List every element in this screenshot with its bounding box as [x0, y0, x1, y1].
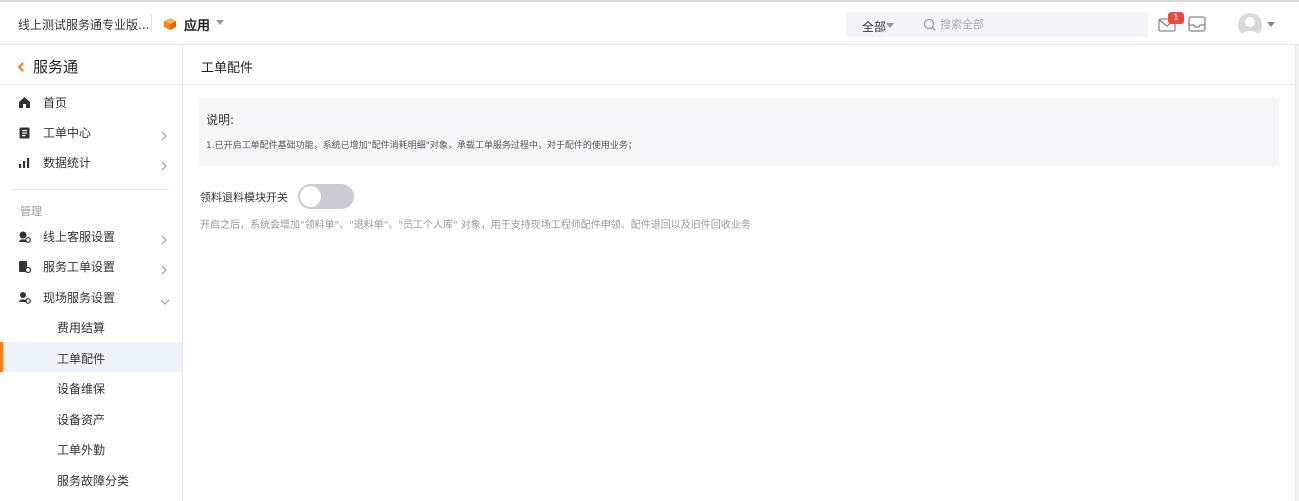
sidebar-subitem-label: 工单配件	[57, 352, 106, 366]
app-dropdown-caret-icon[interactable]	[216, 20, 224, 25]
chevron-right-icon	[160, 156, 168, 175]
chevron-right-icon	[160, 126, 168, 145]
sidebar: 服务通 首页 工单中心 数据统计 管理 线上客服设置 服务工单设置 现场服务设置…	[0, 45, 183, 501]
customer-service-icon	[18, 228, 31, 247]
sidebar-item-workorder-center[interactable]: 工单中心	[0, 116, 182, 146]
sidebar-item-home[interactable]: 首页	[0, 86, 182, 116]
toggle-description: 开启之后，系统会增加"领料单"、"退料单"、"员工个人库" 对象，用于支持现场工…	[200, 220, 751, 231]
sidebar-subitem-label: 设备维保	[57, 382, 106, 396]
main-header: 工单配件	[183, 45, 1296, 85]
sidebar-item-label: 首页	[43, 96, 68, 110]
sidebar-subitem-fault-categories[interactable]: 服务故障分类	[0, 464, 182, 494]
chevron-right-icon	[160, 260, 168, 279]
notification-badge: 1	[1168, 12, 1184, 24]
chevron-right-icon	[160, 230, 168, 249]
bar-chart-icon	[18, 154, 31, 173]
sidebar-subitem-label: 工单外勤	[57, 443, 106, 457]
avatar[interactable]	[1238, 13, 1262, 37]
back-chevron-icon[interactable]	[16, 58, 26, 77]
app-switcher-label[interactable]: 应用	[184, 15, 210, 34]
sidebar-item-field-service-settings[interactable]: 现场服务设置	[0, 281, 182, 311]
sidebar-subitem-workorder-field[interactable]: 工单外勤	[0, 433, 182, 463]
search-scope-caret-icon[interactable]	[886, 23, 894, 28]
notice-title: 说明:	[206, 113, 235, 127]
sidebar-item-workorder-settings[interactable]: 服务工单设置	[0, 250, 182, 280]
company-name[interactable]: 线上测试服务通专业版...	[18, 16, 149, 33]
sidebar-item-online-service-settings[interactable]: 线上客服设置	[0, 220, 182, 250]
search-icon	[923, 17, 937, 36]
toggle-label: 领料退料模块开关	[200, 191, 288, 204]
sidebar-header: 服务通	[0, 45, 182, 85]
search-input[interactable]	[940, 15, 1140, 34]
sidebar-subitem-label: 服务故障分类	[57, 474, 130, 488]
sidebar-item-label: 现场服务设置	[43, 291, 116, 305]
inbox-icon[interactable]	[1188, 16, 1206, 36]
header-divider	[151, 14, 152, 32]
chevron-down-icon	[160, 291, 170, 310]
clipboard-icon	[18, 124, 31, 143]
page-title: 工单配件	[201, 61, 254, 76]
sidebar-item-label: 数据统计	[43, 156, 92, 170]
sidebar-subitem-equipment-assets[interactable]: 设备资产	[0, 403, 182, 433]
sidebar-subitem-workorder-parts[interactable]: 工单配件	[0, 342, 182, 372]
section-label-manage: 管理	[20, 205, 42, 218]
sidebar-divider	[12, 189, 169, 190]
toggle-knob	[300, 186, 321, 207]
sidebar-subitem-equipment-maintenance[interactable]: 设备维保	[0, 372, 182, 402]
notice-panel: 说明: 1.已开启工单配件基础功能，系统已增加"配件消耗明细"对象，承载工单服务…	[199, 98, 1279, 166]
sidebar-item-label: 工单中心	[43, 126, 92, 140]
sidebar-item-label: 线上客服设置	[43, 230, 116, 244]
top-bar: 线上测试服务通专业版... 应用 全部 1	[0, 0, 1299, 45]
app-cube-icon[interactable]	[163, 16, 177, 30]
material-module-toggle[interactable]	[298, 184, 354, 209]
field-service-icon	[18, 289, 31, 308]
sidebar-subitem-label: 设备资产	[57, 413, 106, 427]
home-icon	[18, 94, 31, 113]
sidebar-subitem-fee-settlement[interactable]: 费用结算	[0, 311, 182, 341]
sidebar-item-statistics[interactable]: 数据统计	[0, 146, 182, 176]
sidebar-item-label: 服务工单设置	[43, 260, 116, 274]
sidebar-subitem-label: 费用结算	[57, 321, 106, 335]
search-scope-select[interactable]: 全部	[862, 18, 886, 35]
workorder-settings-icon	[18, 258, 32, 277]
sidebar-title[interactable]: 服务通	[33, 56, 78, 77]
main-content: 工单配件 说明: 1.已开启工单配件基础功能，系统已增加"配件消耗明细"对象，承…	[183, 45, 1296, 501]
global-search: 全部	[846, 12, 1148, 37]
notice-text: 1.已开启工单配件基础功能，系统已增加"配件消耗明细"对象，承载工单服务过程中，…	[206, 141, 637, 151]
user-menu-caret-icon[interactable]	[1267, 22, 1275, 27]
